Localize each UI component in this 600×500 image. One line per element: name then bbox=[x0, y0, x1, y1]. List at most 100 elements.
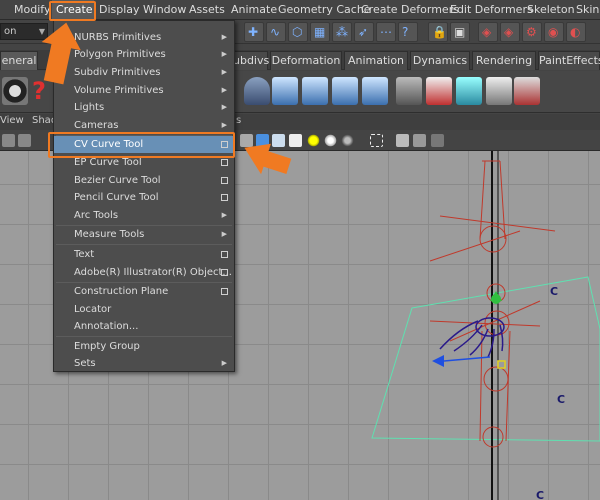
tab-painteffects[interactable]: PaintEffects bbox=[538, 51, 600, 70]
menu-item-empty-group[interactable]: Empty Group bbox=[54, 338, 234, 355]
option-box-icon[interactable] bbox=[221, 177, 228, 184]
smooth-shade-icon[interactable] bbox=[256, 134, 269, 147]
menu-edit-deformers[interactable]: Edit Deformers bbox=[450, 0, 533, 20]
default-light-icon[interactable] bbox=[307, 134, 320, 147]
tab-subdivs[interactable]: ubdivs bbox=[232, 51, 269, 70]
joint-tool-icon[interactable] bbox=[272, 77, 298, 105]
menu-item-label: Cameras bbox=[74, 120, 119, 131]
share-icon[interactable] bbox=[431, 134, 444, 147]
cube-grid-icon[interactable] bbox=[486, 77, 512, 105]
menu-item-annotation[interactable]: Annotation... bbox=[54, 318, 234, 335]
mode-selector-value: on bbox=[4, 26, 17, 37]
render-settings-icon[interactable]: ⚙ bbox=[522, 22, 542, 42]
film-reel-icon[interactable] bbox=[2, 77, 28, 105]
camera-attr-icon[interactable] bbox=[18, 134, 31, 147]
wireframe-on-shaded-icon[interactable] bbox=[272, 134, 285, 147]
menu-item-lights[interactable]: Lights ▶ bbox=[54, 99, 234, 116]
create-menu: NURBS Primitives ▶ Polygon Primitives ▶ Su… bbox=[53, 20, 235, 372]
ik-spline-icon[interactable] bbox=[332, 77, 358, 105]
help-question-icon[interactable]: ? bbox=[26, 77, 52, 105]
textured-icon[interactable] bbox=[289, 134, 302, 147]
panel-menu-panels[interactable]: s bbox=[236, 115, 241, 126]
curve-label-c3: C bbox=[536, 489, 544, 500]
attribute-icon[interactable]: ◐ bbox=[566, 22, 586, 42]
option-box-icon[interactable] bbox=[221, 194, 228, 201]
submenu-arrow-icon: ▶ bbox=[221, 230, 227, 238]
snap-live-icon[interactable]: ⁂ bbox=[332, 22, 352, 42]
menu-item-text[interactable]: Text bbox=[54, 246, 234, 263]
ik-handle-icon[interactable] bbox=[302, 77, 328, 105]
menu-item-label: Empty Group bbox=[74, 341, 140, 352]
menu-geometry-cache[interactable]: Geometry Cache bbox=[278, 0, 371, 20]
paint-weights-icon[interactable] bbox=[514, 77, 540, 105]
shadows-icon[interactable] bbox=[341, 134, 354, 147]
tab-dynamics[interactable]: Dynamics bbox=[410, 51, 470, 70]
select-icon[interactable]: ➶ bbox=[354, 22, 374, 42]
menu-item-nurbs-primitives[interactable]: NURBS Primitives ▶ bbox=[54, 29, 234, 46]
option-box-icon[interactable] bbox=[221, 159, 228, 166]
menu-item-arc-tools[interactable]: Arc Tools ▶ bbox=[54, 207, 234, 224]
menu-item-measure-tools[interactable]: Measure Tools ▶ bbox=[54, 226, 234, 243]
tab-animation[interactable]: Animation bbox=[344, 51, 408, 70]
menu-skeleton[interactable]: Skeleton bbox=[527, 0, 575, 20]
wireframe-icon[interactable] bbox=[240, 134, 253, 147]
curve-label-c1: C bbox=[550, 285, 558, 298]
menu-animate[interactable]: Animate bbox=[231, 0, 277, 20]
menu-item-adobe-illustrator-object[interactable]: Adobe(R) Illustrator(R) Object... bbox=[54, 264, 234, 281]
mode-selector[interactable]: on ▼ bbox=[0, 23, 48, 40]
menu-item-polygon-primitives[interactable]: Polygon Primitives ▶ bbox=[54, 46, 234, 63]
menu-item-label: Volume Primitives bbox=[74, 85, 164, 96]
render-view-icon[interactable]: ▣ bbox=[450, 22, 470, 42]
snap-view-plane-icon[interactable]: ▦ bbox=[310, 22, 330, 42]
submenu-arrow-icon: ▶ bbox=[221, 50, 227, 58]
menu-separator bbox=[56, 244, 232, 245]
tab-rendering[interactable]: Rendering bbox=[472, 51, 536, 70]
all-lights-icon[interactable] bbox=[324, 134, 337, 147]
option-box-icon[interactable] bbox=[221, 251, 228, 258]
hypergraph-icon[interactable] bbox=[396, 77, 422, 105]
menu-item-locator[interactable]: Locator bbox=[54, 301, 234, 318]
menu-item-pencil-curve-tool[interactable]: Pencil Curve Tool bbox=[54, 189, 234, 206]
curve-label-c2: C bbox=[557, 393, 565, 406]
menu-item-label: Locator bbox=[74, 304, 112, 315]
tab-deformation[interactable]: Deformation bbox=[270, 51, 342, 70]
tab-general[interactable]: eneral bbox=[0, 51, 38, 70]
menu-item-label: Pencil Curve Tool bbox=[74, 192, 159, 203]
help-icon[interactable]: ? bbox=[398, 22, 418, 42]
menu-skin[interactable]: Skin bbox=[576, 0, 599, 20]
menu-item-bezier-curve-tool[interactable]: Bezier Curve Tool bbox=[54, 172, 234, 189]
menu-window[interactable]: Window bbox=[143, 0, 186, 20]
menu-assets[interactable]: Assets bbox=[189, 0, 225, 20]
menu-item-sets[interactable]: Sets ▶ bbox=[54, 355, 234, 372]
history-icon[interactable]: ⋯ bbox=[376, 22, 396, 42]
snap-curve-icon[interactable]: ∿ bbox=[266, 22, 286, 42]
ipr-render-icon[interactable]: ◈ bbox=[500, 22, 520, 42]
menu-display[interactable]: Display bbox=[99, 0, 140, 20]
bind-skin-icon[interactable] bbox=[362, 77, 388, 105]
menu-modify[interactable]: Modify bbox=[14, 0, 50, 20]
nurbs-plane-outline bbox=[371, 276, 600, 442]
menu-item-label: Bezier Curve Tool bbox=[74, 175, 161, 186]
cluster-icon[interactable] bbox=[426, 77, 452, 105]
menu-item-construction-plane[interactable]: Construction Plane bbox=[54, 283, 234, 300]
xray-icon[interactable] bbox=[396, 134, 409, 147]
camera-icon[interactable] bbox=[2, 134, 15, 147]
callout-box-create bbox=[49, 1, 96, 21]
snap-grid-icon[interactable]: ✚ bbox=[244, 22, 264, 42]
lattice-icon[interactable] bbox=[456, 77, 482, 105]
menu-item-label: Subdiv Primitives bbox=[74, 67, 161, 78]
render-frame-icon[interactable]: ◈ bbox=[478, 22, 498, 42]
isolate-select-icon[interactable] bbox=[370, 134, 383, 147]
xray-joints-icon[interactable] bbox=[413, 134, 426, 147]
menu-item-label: Measure Tools bbox=[74, 229, 145, 240]
snap-point-icon[interactable]: ⬡ bbox=[288, 22, 308, 42]
lock-icon[interactable]: 🔒 bbox=[428, 22, 448, 42]
menu-item-subdiv-primitives[interactable]: Subdiv Primitives ▶ bbox=[54, 64, 234, 81]
menu-item-volume-primitives[interactable]: Volume Primitives ▶ bbox=[54, 82, 234, 99]
menu-create-deformers[interactable]: Create Deformers bbox=[361, 0, 459, 20]
option-box-icon[interactable] bbox=[221, 269, 228, 276]
trash-icon[interactable] bbox=[244, 77, 270, 105]
hypershade-icon[interactable]: ◉ bbox=[544, 22, 564, 42]
option-box-icon[interactable] bbox=[221, 288, 228, 295]
panel-menu-view[interactable]: View bbox=[0, 115, 24, 126]
